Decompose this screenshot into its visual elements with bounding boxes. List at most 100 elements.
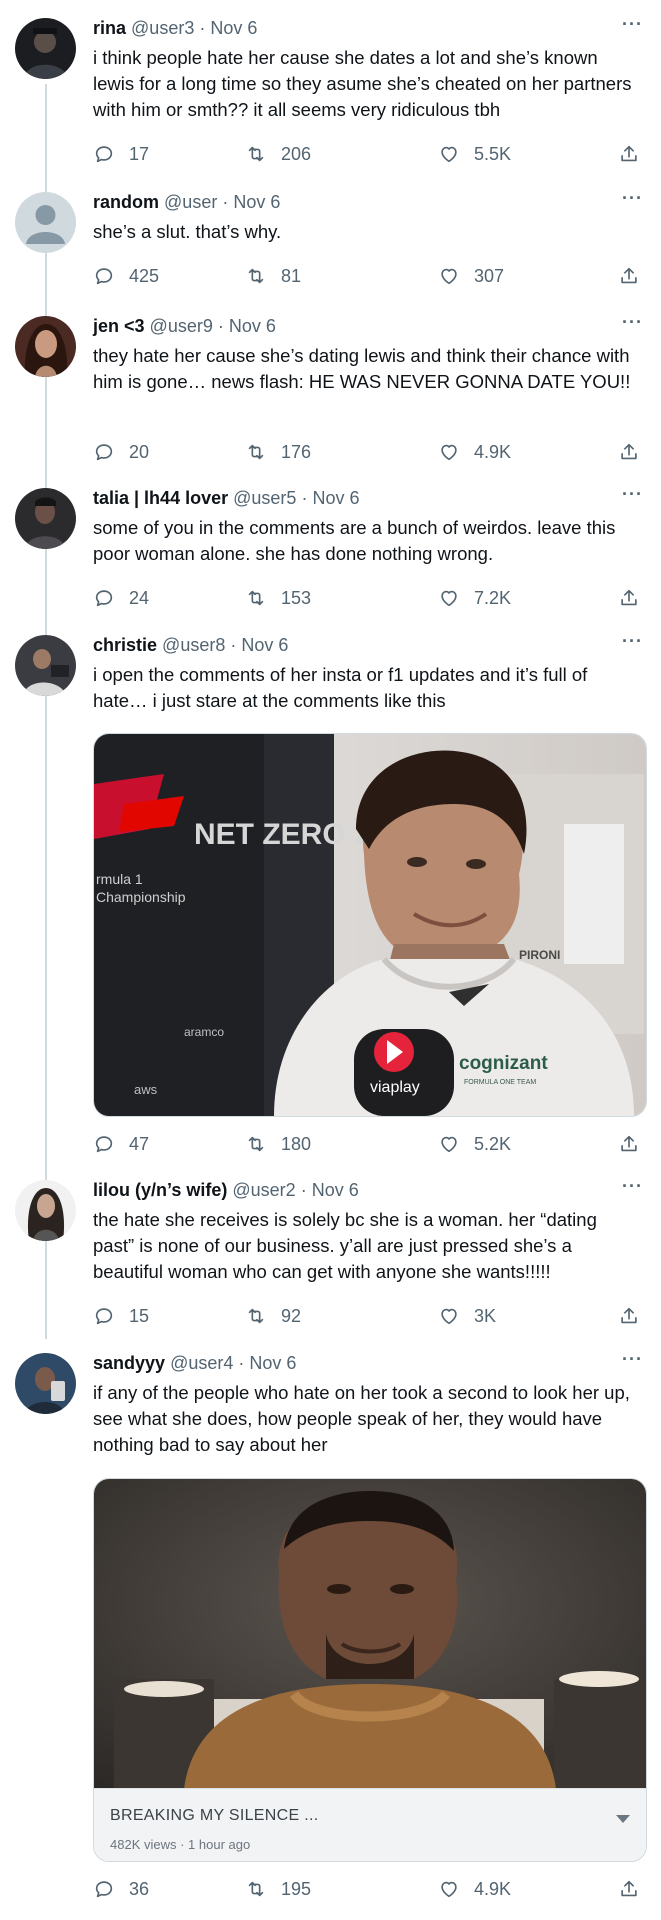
like-count: 5.5K (474, 143, 512, 164)
display-name[interactable]: random (93, 192, 159, 212)
reply-count: 17 (129, 143, 150, 164)
retweet-button[interactable]: 153 (245, 587, 311, 609)
tweet-header: jen <3 @user9 · Nov 6 (93, 316, 276, 337)
timestamp[interactable]: Nov 6 (210, 18, 257, 38)
like-button[interactable]: 5.2K (438, 1133, 511, 1155)
like-button[interactable]: 5.5K (438, 143, 511, 165)
timestamp[interactable]: Nov 6 (249, 1353, 296, 1373)
backdrop-subtitle-2: Championship (96, 889, 186, 905)
separator: · (230, 635, 237, 655)
display-name[interactable]: sandyyy (93, 1353, 165, 1373)
handle[interactable]: @user (164, 192, 217, 212)
tweet-header: lilou (y/n’s wife) @user2 · Nov 6 (93, 1180, 359, 1201)
timestamp[interactable]: Nov 6 (241, 635, 288, 655)
video-title[interactable]: BREAKING MY SILENCE ... (110, 1807, 318, 1825)
handle[interactable]: @user9 (150, 316, 213, 336)
share-icon (621, 267, 637, 284)
like-button[interactable]: 4.9K (438, 1878, 511, 1900)
timestamp[interactable]: Nov 6 (233, 192, 280, 212)
reply-button[interactable]: 36 (93, 1878, 149, 1900)
retweet-count: 195 (281, 1878, 312, 1899)
avatar[interactable] (15, 635, 76, 696)
retweet-count: 153 (281, 587, 312, 608)
tweet-actions: 17 206 5.5K (93, 143, 638, 169)
retweet-button[interactable]: 92 (245, 1305, 301, 1327)
video-card[interactable]: BREAKING MY SILENCE ... 482K views · 1 h… (93, 1478, 647, 1862)
reply-count: 24 (129, 587, 150, 608)
timestamp[interactable]: Nov 6 (229, 316, 276, 336)
retweet-button[interactable]: 195 (245, 1878, 311, 1900)
retweet-icon (248, 1136, 264, 1152)
reply-button[interactable]: 425 (93, 265, 159, 287)
tweet-text: the hate she receives is solely bc she i… (93, 1209, 597, 1282)
more-options-icon[interactable]: ··· (622, 14, 643, 35)
more-options-icon[interactable]: ··· (622, 188, 643, 209)
reply-button[interactable]: 24 (93, 587, 149, 609)
sponsor-logo-2: aws (134, 1082, 158, 1097)
reply-button[interactable]: 17 (93, 143, 149, 165)
display-name[interactable]: christie (93, 635, 157, 655)
retweet-count: 206 (281, 143, 312, 164)
like-count: 3K (474, 1305, 497, 1326)
retweet-button[interactable]: 206 (245, 143, 311, 165)
share-button[interactable] (618, 587, 654, 609)
retweet-icon (248, 590, 264, 606)
avatar[interactable] (15, 1353, 76, 1414)
thread-line (45, 84, 47, 1339)
share-button[interactable] (618, 441, 654, 463)
share-button[interactable] (618, 143, 654, 165)
handle[interactable]: @user4 (170, 1353, 233, 1373)
avatar[interactable] (15, 316, 76, 377)
display-name[interactable]: talia | lh44 lover (93, 488, 228, 508)
more-options-icon[interactable]: ··· (622, 1176, 643, 1197)
handle[interactable]: @user3 (131, 18, 194, 38)
tweet-media-image[interactable]: NET ZERO 2030 rmula 1 Championship aramc… (93, 733, 647, 1117)
more-options-icon[interactable]: ··· (622, 312, 643, 333)
reply-button[interactable]: 15 (93, 1305, 149, 1327)
timestamp[interactable]: Nov 6 (312, 1180, 359, 1200)
share-button[interactable] (618, 1133, 654, 1155)
timestamp[interactable]: Nov 6 (312, 488, 359, 508)
handle[interactable]: @user5 (233, 488, 296, 508)
sponsor-logo-1: aramco (184, 1025, 224, 1039)
handle[interactable]: @user2 (232, 1180, 295, 1200)
tweet-text: some of you in the comments are a bunch … (93, 517, 616, 564)
share-button[interactable] (618, 1305, 654, 1327)
display-name[interactable]: rina (93, 18, 126, 38)
like-button[interactable]: 307 (438, 265, 504, 287)
reply-button[interactable]: 47 (93, 1133, 149, 1155)
heart-icon (441, 146, 457, 163)
separator: · (300, 1180, 307, 1200)
avatar[interactable] (15, 192, 76, 253)
separator: · (199, 18, 206, 38)
more-options-icon[interactable]: ··· (622, 631, 643, 652)
reply-icon (95, 1881, 113, 1898)
like-button[interactable]: 4.9K (438, 441, 511, 463)
heart-icon (441, 1308, 457, 1325)
separator: · (301, 488, 308, 508)
reply-icon (95, 590, 113, 607)
tweet-actions: 20 176 4.9K (93, 441, 638, 467)
reply-count: 15 (129, 1305, 150, 1326)
more-options-icon[interactable]: ··· (622, 484, 643, 505)
like-count: 5.2K (474, 1133, 512, 1154)
avatar[interactable] (15, 488, 76, 549)
handle[interactable]: @user8 (162, 635, 225, 655)
share-button[interactable] (618, 265, 654, 287)
like-button[interactable]: 3K (438, 1305, 496, 1327)
avatar[interactable] (15, 18, 76, 79)
retweet-button[interactable]: 176 (245, 441, 311, 463)
reply-count: 20 (129, 441, 150, 462)
like-button[interactable]: 7.2K (438, 587, 511, 609)
share-button[interactable] (618, 1878, 654, 1900)
reply-button[interactable]: 20 (93, 441, 149, 463)
avatar[interactable] (15, 1180, 76, 1241)
more-options-icon[interactable]: ··· (622, 1349, 643, 1370)
separator: · (222, 192, 229, 212)
display-name[interactable]: jen <3 (93, 316, 145, 336)
retweet-button[interactable]: 81 (245, 265, 301, 287)
display-name[interactable]: lilou (y/n’s wife) (93, 1180, 227, 1200)
retweet-button[interactable]: 180 (245, 1133, 311, 1155)
chevron-down-icon[interactable] (616, 1815, 630, 1823)
retweet-count: 92 (281, 1305, 302, 1326)
